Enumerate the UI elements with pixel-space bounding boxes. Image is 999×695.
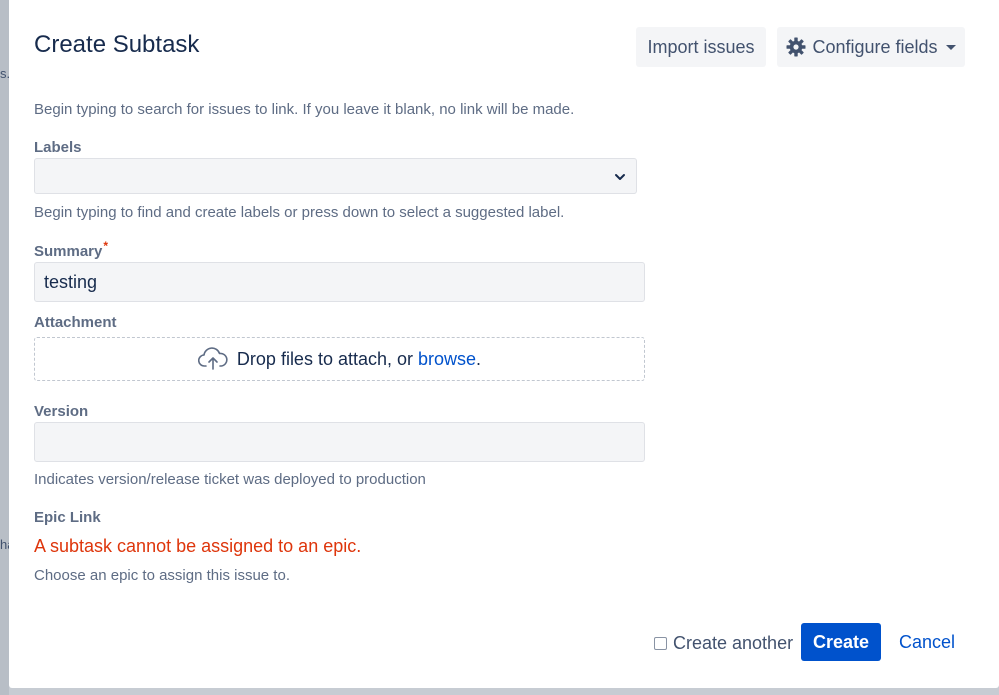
dropzone-text: Drop files to attach, or browse.	[236, 348, 482, 369]
page-backdrop-bottom	[9, 688, 999, 695]
version-help-text: Indicates version/release ticket was dep…	[34, 471, 426, 488]
cancel-button[interactable]: Cancel	[899, 632, 955, 653]
cloud-upload-icon	[197, 347, 228, 371]
create-another-checkbox[interactable]	[654, 637, 667, 650]
version-input[interactable]	[34, 422, 645, 462]
create-another-option[interactable]: Create another	[654, 633, 793, 654]
caret-down-icon	[945, 44, 956, 50]
epic-link-error: A subtask cannot be assigned to an epic.	[34, 536, 362, 556]
import-issues-button[interactable]: Import issues	[636, 27, 766, 67]
browse-link[interactable]: browse	[418, 349, 476, 369]
summary-field-label: Summary*	[34, 239, 108, 260]
chevron-down-icon	[614, 170, 626, 182]
gear-icon	[786, 37, 806, 57]
create-subtask-dialog: Create Subtask Import issues Configure f…	[9, 0, 999, 688]
attachment-dropzone[interactable]: Drop files to attach, or browse.	[34, 337, 645, 381]
labels-select[interactable]	[34, 158, 637, 194]
summary-input[interactable]: testing	[34, 262, 645, 302]
epic-link-help-text: Choose an epic to assign this issue to.	[34, 567, 290, 584]
labels-field-label: Labels	[34, 139, 82, 156]
create-another-label: Create another	[673, 633, 794, 653]
labels-help-text: Begin typing to find and create labels o…	[34, 204, 565, 221]
configure-fields-label: Configure fields	[812, 36, 938, 57]
summary-label-text: Summary	[34, 243, 103, 260]
epic-link-field-label: Epic Link	[34, 509, 101, 526]
page-backdrop: s. ha	[0, 0, 14, 695]
create-button[interactable]: Create	[801, 623, 881, 661]
configure-fields-button[interactable]: Configure fields	[777, 27, 965, 67]
issue-link-help-text: Begin typing to search for issues to lin…	[34, 101, 575, 118]
dialog-title: Create Subtask	[34, 31, 200, 58]
required-marker: *	[103, 239, 109, 253]
version-field-label: Version	[34, 403, 89, 420]
attachment-field-label: Attachment	[34, 314, 117, 331]
